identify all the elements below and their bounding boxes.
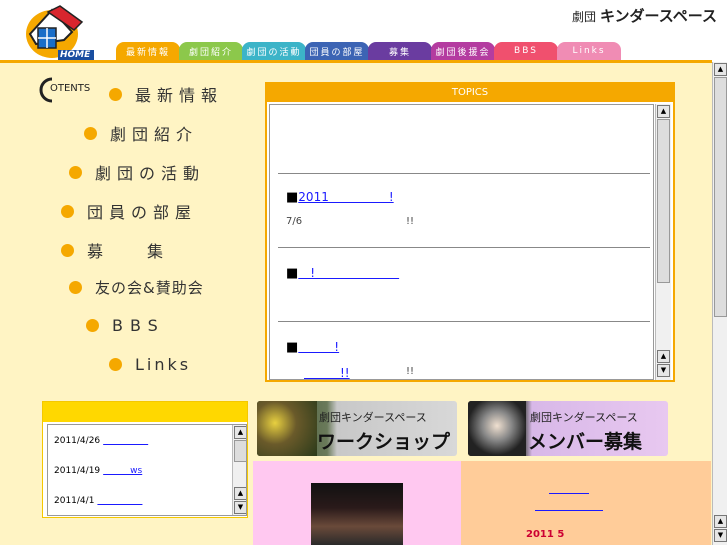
- performance-panel: [253, 461, 461, 545]
- menu-item-links[interactable]: Links: [109, 355, 191, 374]
- topics-list[interactable]: ■2011 ! 7/6 !! ■ ! ■ ! !! !!: [269, 104, 654, 380]
- top-nav: 最新情報 劇団紹介 劇団の活動 団員の部屋 募集 劇団後援会 BBS Links: [116, 42, 621, 60]
- scroll-up-icon[interactable]: ▲: [714, 63, 727, 76]
- nav-tab-links[interactable]: Links: [557, 42, 621, 60]
- member-banner-small: 劇団キンダースペース: [530, 411, 638, 424]
- nav-tab-activities[interactable]: 劇団の活動: [242, 42, 306, 60]
- page-scrollbar[interactable]: ▲ ▲ ▼: [712, 62, 727, 545]
- menu-item-news[interactable]: 最新情報: [109, 82, 223, 106]
- news-link[interactable]: [103, 436, 148, 446]
- topic-link[interactable]: !: [298, 266, 399, 280]
- info-link[interactable]: [535, 510, 603, 511]
- news-date: 2011/4/1: [54, 496, 95, 506]
- news-item: 2011/4/19 ws: [54, 463, 142, 476]
- header-divider: [0, 60, 712, 63]
- bullet-icon: [109, 358, 122, 371]
- scroll-thumb[interactable]: [714, 77, 727, 317]
- news-list[interactable]: 2011/4/26 2011/4/19 ws 2011/4/1 ▲ ▲ ▼: [47, 424, 247, 516]
- performance-photo[interactable]: [311, 483, 403, 545]
- topic-note: !!: [406, 366, 415, 377]
- bullet-icon: [61, 204, 74, 218]
- info-date: 2011 5: [526, 529, 565, 540]
- topic-bullet: ■: [286, 340, 299, 355]
- contents-logo: OTENTS: [38, 76, 92, 104]
- menu-item-recruit[interactable]: 募 集: [61, 238, 177, 262]
- brand-logo: 劇団 キンダースペース: [572, 5, 717, 26]
- news-scrollbar[interactable]: ▲ ▲ ▼: [232, 425, 246, 515]
- nav-tab-members[interactable]: 団員の部屋: [305, 42, 369, 60]
- workshop-banner-title: ワークショップ: [317, 431, 451, 453]
- header: HOME 劇団 キンダースペース 最新情報 劇団紹介 劇団の活動 団員の部屋 募集…: [0, 0, 727, 62]
- scroll-down-icon[interactable]: ▼: [714, 529, 727, 542]
- menu-item-bbs[interactable]: BBS: [86, 316, 165, 335]
- scroll-up-icon[interactable]: ▲: [657, 350, 670, 363]
- news-link[interactable]: ws: [103, 466, 142, 476]
- scroll-up-icon[interactable]: ▲: [234, 426, 246, 439]
- contents-logo-text: OTENTS: [50, 83, 91, 94]
- scroll-up-icon[interactable]: ▲: [714, 515, 727, 528]
- workshop-banner[interactable]: 劇団キンダースペース ワークショップ: [257, 401, 457, 456]
- member-photo: [468, 401, 526, 456]
- scroll-down-icon[interactable]: ▼: [234, 501, 246, 514]
- topic-item: ■ ! !! !!: [278, 321, 650, 379]
- topic-link[interactable]: !: [298, 340, 339, 354]
- news-panel: 2011/4/26 2011/4/19 ws 2011/4/1 ▲ ▲ ▼: [42, 401, 248, 518]
- bullet-icon: [109, 87, 122, 101]
- info-panel: 2011 5: [461, 461, 711, 545]
- topic-item: ■2011 ! 7/6 !!: [278, 173, 650, 247]
- workshop-banner-small: 劇団キンダースペース: [319, 411, 427, 424]
- scroll-thumb[interactable]: [657, 119, 670, 283]
- news-date: 2011/4/19: [54, 466, 101, 476]
- topics-title: TOPICS: [267, 84, 673, 102]
- member-banner[interactable]: 劇団キンダースペース メンバー募集: [468, 401, 668, 456]
- news-header: [43, 402, 247, 422]
- brand-main: キンダースペース: [599, 7, 717, 25]
- news-item: 2011/4/1: [54, 493, 142, 506]
- nav-tab-about[interactable]: 劇団紹介: [179, 42, 243, 60]
- bullet-icon: [69, 281, 82, 294]
- info-link[interactable]: [549, 493, 589, 494]
- news-date: 2011/4/26: [54, 436, 101, 446]
- nav-tab-bbs[interactable]: BBS: [494, 42, 558, 60]
- topic-item: ■ !: [278, 247, 650, 321]
- scroll-up-icon[interactable]: ▲: [234, 487, 246, 500]
- topic-date: 7/6: [286, 216, 303, 227]
- menu-item-activities[interactable]: 劇団の活動: [69, 160, 205, 184]
- nav-tab-recruit[interactable]: 募集: [368, 42, 432, 60]
- topics-panel: TOPICS ■2011 ! 7/6 !! ■ ! ■ ! !! !! ▲ ▲ …: [265, 82, 675, 382]
- bullet-icon: [61, 243, 74, 257]
- menu-item-members[interactable]: 団員の部屋: [61, 199, 197, 223]
- news-item: 2011/4/26: [54, 433, 148, 446]
- news-link[interactable]: [97, 496, 142, 506]
- menu-item-about[interactable]: 劇団紹介: [84, 121, 198, 145]
- member-banner-title: メンバー募集: [528, 431, 643, 453]
- scroll-up-icon[interactable]: ▲: [657, 105, 670, 118]
- bullet-icon: [69, 165, 82, 179]
- brand-small: 劇団: [571, 10, 596, 24]
- scroll-thumb[interactable]: [234, 440, 246, 462]
- workshop-photo: [257, 401, 317, 456]
- topic-sublink[interactable]: !!: [304, 366, 350, 379]
- topic-bullet: ■: [286, 266, 299, 281]
- scroll-down-icon[interactable]: ▼: [657, 364, 670, 377]
- topic-link[interactable]: 2011 !: [298, 190, 393, 204]
- topic-note: !!: [406, 216, 415, 227]
- nav-tab-supporters[interactable]: 劇団後援会: [431, 42, 495, 60]
- bullet-icon: [84, 126, 97, 140]
- topics-scrollbar[interactable]: ▲ ▲ ▼: [655, 104, 671, 380]
- nav-tab-news[interactable]: 最新情報: [116, 42, 180, 60]
- bullet-icon: [86, 319, 99, 332]
- home-logo[interactable]: HOME: [12, 4, 96, 62]
- menu-item-friends[interactable]: 友の会&賛助会: [69, 277, 204, 298]
- topic-bullet: ■: [286, 190, 299, 205]
- home-label: HOME: [60, 50, 91, 60]
